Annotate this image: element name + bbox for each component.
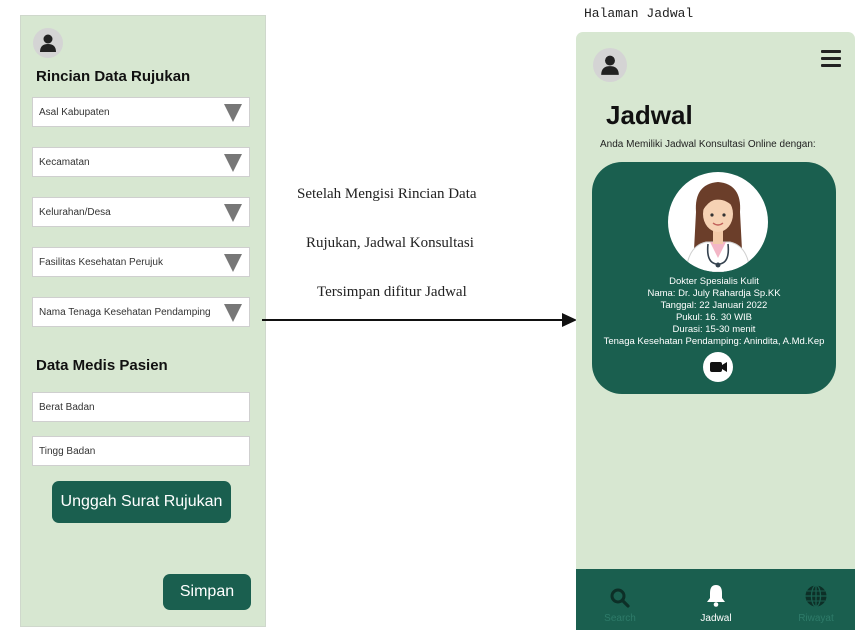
dropdown-label: Fasilitas Kesehatan Perujuk <box>39 257 163 268</box>
section-title-referral: Rincian Data Rujukan <box>36 68 191 85</box>
height-field[interactable]: Tingg Badan <box>32 436 250 466</box>
doctor-name: Nama: Dr. July Rahardja Sp.KK <box>647 288 781 299</box>
dropdown-label: Kecamatan <box>39 157 90 168</box>
field-label: Tingg Badan <box>39 446 96 457</box>
field-label: Berat Badan <box>39 402 95 413</box>
dropdown-arrow-icon <box>224 304 242 322</box>
page-title: Jadwal <box>606 100 693 130</box>
dropdown-label: Asal Kabupaten <box>39 107 110 118</box>
dropdown-arrow-icon <box>224 204 242 222</box>
dropdown-kecamatan[interactable]: Kecamatan <box>32 147 250 177</box>
weight-field[interactable]: Berat Badan <box>32 392 250 422</box>
menu-icon[interactable] <box>821 50 841 71</box>
nav-item-jadwal[interactable]: Jadwal <box>676 569 756 630</box>
search-icon <box>610 588 630 608</box>
nav-label-jadwal: Jadwal <box>700 613 732 624</box>
doctor-illustration-icon <box>685 182 751 272</box>
globe-icon <box>805 584 827 608</box>
nav-label-riwayat: Riwayat <box>798 613 834 624</box>
user-icon <box>40 34 56 52</box>
caption-line-2: Rujukan, Jadwal Konsultasi <box>306 235 474 251</box>
dropdown-arrow-icon <box>224 254 242 272</box>
dropdown-kelurahan[interactable]: Kelurahan/Desa <box>32 197 250 227</box>
dropdown-arrow-icon <box>224 154 242 172</box>
video-camera-icon <box>710 362 727 372</box>
nav-label-search: Search <box>604 613 636 624</box>
dropdown-kabupaten[interactable]: Asal Kabupaten <box>32 97 250 127</box>
bottom-navigation: Search Jadwal Riwayat <box>576 569 855 630</box>
schedule-screen: Jadwal Anda Memiliki Jadwal Konsultasi O… <box>576 32 855 630</box>
dropdown-nakes[interactable]: Nama Tenaga Kesehatan Pendamping <box>32 297 250 327</box>
nav-item-riwayat[interactable]: Riwayat <box>776 569 855 630</box>
avatar[interactable] <box>593 48 627 82</box>
consultation-card[interactable]: Dokter Spesialis Kulit Nama: Dr. July Ra… <box>592 162 836 394</box>
caption-line-1: Setelah Mengisi Rincian Data <box>297 186 477 202</box>
doctor-specialty: Dokter Spesialis Kulit <box>669 276 759 287</box>
section-title-medical: Data Medis Pasien <box>36 357 168 374</box>
consultation-duration: Durasi: 15-30 menit <box>672 324 756 335</box>
doctor-avatar <box>668 172 768 272</box>
flow-arrow-icon <box>262 313 577 327</box>
screen-caption: Halaman Jadwal <box>584 6 694 21</box>
user-icon <box>601 55 619 75</box>
nav-item-search[interactable]: Search <box>580 569 660 630</box>
avatar[interactable] <box>33 28 63 58</box>
dropdown-arrow-icon <box>224 104 242 122</box>
dropdown-label: Nama Tenaga Kesehatan Pendamping <box>39 307 211 318</box>
consultation-date: Tanggal: 22 Januari 2022 <box>660 300 768 311</box>
dropdown-label: Kelurahan/Desa <box>39 207 111 218</box>
video-call-button[interactable] <box>703 352 733 382</box>
page-subtitle: Anda Memiliki Jadwal Konsultasi Online d… <box>600 139 816 150</box>
companion-name: Tenaga Kesehatan Pendamping: Anindita, A… <box>603 336 825 347</box>
bell-icon <box>707 585 725 607</box>
upload-referral-button[interactable]: Unggah Surat Rujukan <box>52 481 231 523</box>
referral-form-screen: Rincian Data Rujukan Asal Kabupaten Keca… <box>20 15 266 627</box>
dropdown-faskes[interactable]: Fasilitas Kesehatan Perujuk <box>32 247 250 277</box>
save-button[interactable]: Simpan <box>163 574 251 610</box>
consultation-time: Pukul: 16. 30 WIB <box>675 312 753 323</box>
caption-line-3: Tersimpan difitur Jadwal <box>317 284 467 300</box>
